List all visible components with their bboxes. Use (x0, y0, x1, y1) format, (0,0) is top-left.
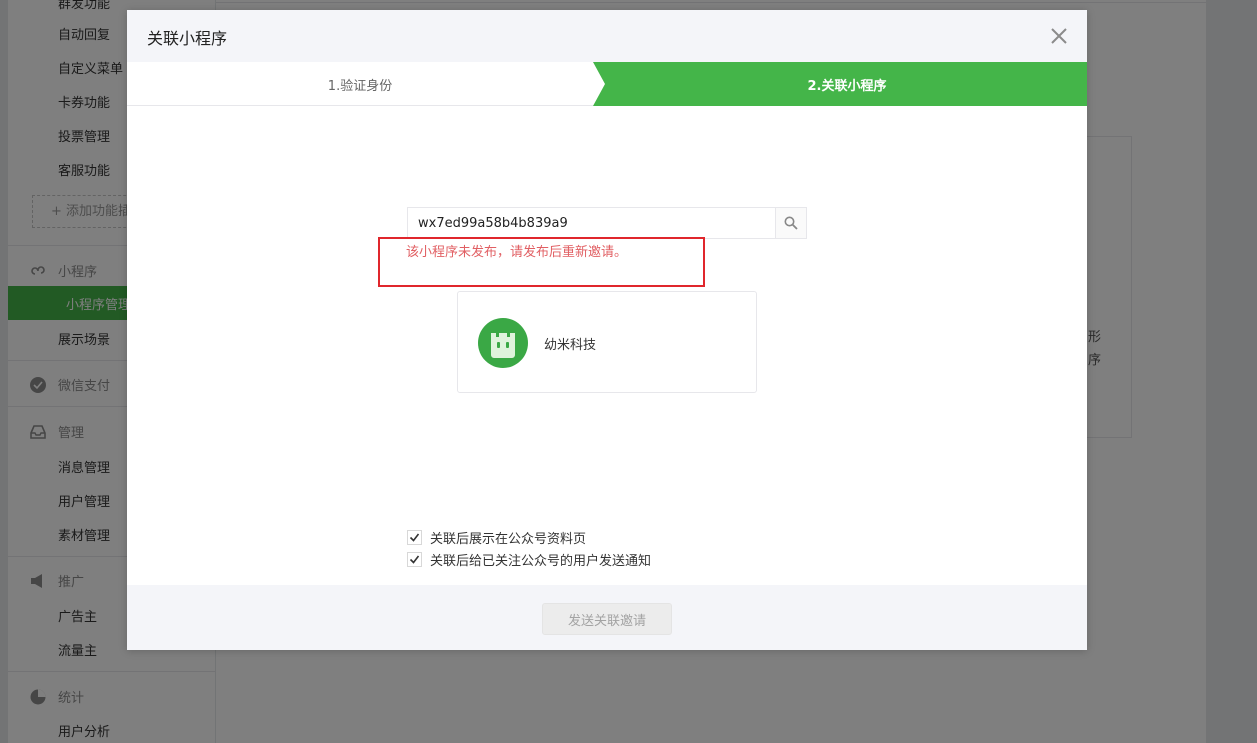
step-label: 2.关联小程序 (807, 79, 887, 94)
dialog-header: 关联小程序 (127, 10, 1087, 62)
checkmark-icon (409, 533, 420, 542)
option-label: 关联后给已关注公众号的用户发送通知 (430, 554, 652, 569)
search-button[interactable] (775, 208, 806, 238)
miniprogram-name: 幼米科技 (544, 338, 597, 353)
dialog-title: 关联小程序 (147, 29, 228, 48)
close-button[interactable] (1049, 26, 1069, 46)
checkbox[interactable] (407, 530, 422, 545)
step-link-miniprogram: 2.关联小程序 (593, 62, 1087, 106)
send-invite-button[interactable]: 发送关联邀请 (542, 603, 672, 635)
appid-search-box (407, 207, 807, 239)
appid-search-input[interactable] (408, 208, 776, 238)
step-label: 1.验证身份 (327, 79, 393, 94)
miniprogram-result-card[interactable]: 幼米科技 (457, 291, 757, 393)
option-notify-followers[interactable]: 关联后给已关注公众号的用户发送通知 (407, 550, 651, 569)
checkmark-icon (409, 555, 420, 564)
option-show-on-profile[interactable]: 关联后展示在公众号资料页 (407, 528, 586, 547)
annotation-highlight-box (378, 237, 705, 287)
step-verify-identity: 1.验证身份 (127, 62, 607, 106)
checkbox[interactable] (407, 552, 422, 567)
close-icon (1051, 28, 1067, 44)
dialog-footer: 发送关联邀请 (127, 585, 1087, 650)
step-indicator: 1.验证身份 2.关联小程序 (127, 62, 1087, 106)
green-robot-avatar (478, 318, 528, 368)
option-label: 关联后展示在公众号资料页 (430, 532, 587, 547)
link-miniprogram-dialog: 关联小程序 1.验证身份 2.关联小程序 该小程序未发布，请发布后重新邀请。 (127, 10, 1087, 650)
search-icon (784, 216, 798, 230)
